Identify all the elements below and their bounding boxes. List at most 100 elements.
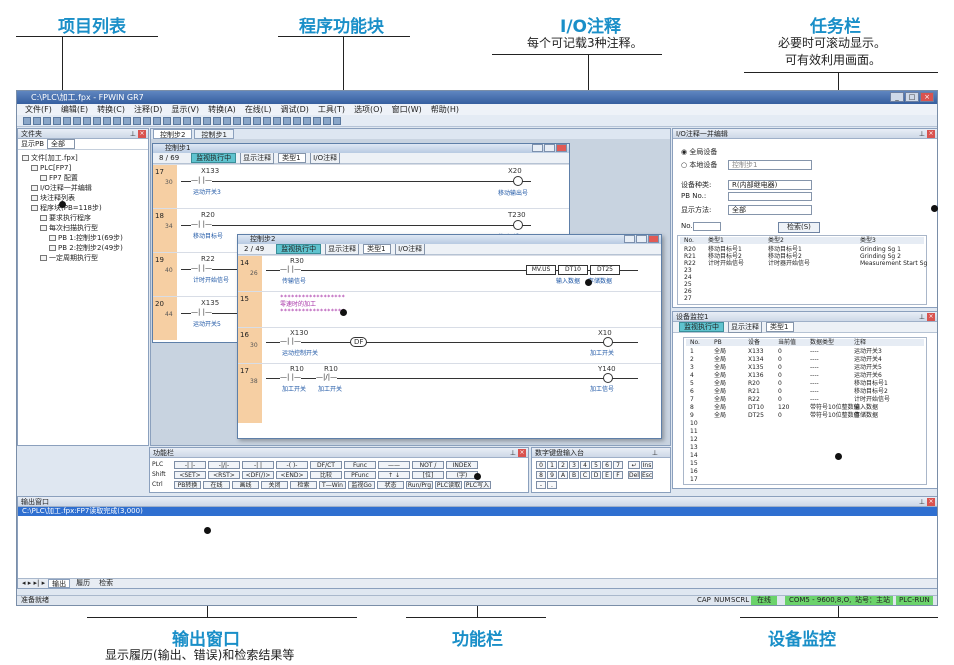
toolbar-button-icon[interactable] — [63, 117, 71, 125]
function-key[interactable]: 在线 — [203, 481, 230, 489]
table-row[interactable]: 24 — [680, 274, 924, 281]
numeric-key[interactable]: 2 — [558, 461, 568, 469]
table-row[interactable]: 1 全局 X133 0 ---- 运动开关3 — [686, 348, 924, 355]
close-icon[interactable]: × — [138, 130, 146, 138]
show-comment-button[interactable]: 显示注释 — [240, 152, 275, 164]
function-key[interactable]: <DF(/)> — [242, 471, 274, 479]
table-row[interactable]: 27 — [680, 295, 924, 302]
numeric-key[interactable]: - — [536, 481, 546, 489]
search-button[interactable]: 检索(S) — [778, 222, 820, 233]
function-key[interactable]: T—Win — [319, 481, 346, 489]
column-header[interactable]: 数据类型 — [810, 339, 834, 346]
toolbar-button-icon[interactable] — [323, 117, 331, 125]
column-header[interactable]: 设备 — [748, 339, 760, 346]
menu-item[interactable]: 文件(F) — [25, 104, 52, 115]
device-monitor-table[interactable]: No. PB 设备 当前值 数据类型 注释 1 全局 X133 0 ---- 运动开关3 2 全局 X134… — [683, 337, 927, 485]
io-comment-table[interactable]: No. 类型1 类型2 类型3 R20 移动目标号1 移动目标号1 Grinding Sg 1… — [677, 235, 927, 305]
numeric-key[interactable]: 5 — [591, 461, 601, 469]
function-key[interactable]: ↑ ↓ — [378, 471, 410, 479]
toolbar-button-icon[interactable] — [263, 117, 271, 125]
table-row[interactable]: 17 — [686, 476, 924, 483]
special-key[interactable]: Del — [628, 471, 640, 479]
function-key[interactable]: PLC读取 — [435, 481, 462, 489]
table-row[interactable]: R22 计时开始信号 计时器开始信号 Measurement Start Sg — [680, 260, 927, 267]
numeric-key[interactable]: 6 — [602, 461, 612, 469]
close-button[interactable] — [556, 144, 567, 152]
toolbar-button-icon[interactable] — [303, 117, 311, 125]
table-row[interactable]: 8 全局 DT10 120 带符号10位整数值 输入数据 — [686, 404, 924, 411]
menu-item[interactable]: 注释(D) — [134, 104, 162, 115]
output-tab-output[interactable]: 输出 — [48, 579, 71, 588]
numeric-key[interactable]: 8 — [536, 471, 546, 479]
column-header[interactable]: 当前值 — [778, 339, 796, 346]
ladder-row[interactable]: 17 38 R10 —| |— 加工开关 R10 —|/|— 加工开关 Y140 加工信号 — [238, 363, 661, 421]
no-input[interactable] — [693, 222, 721, 231]
table-row[interactable]: 10 — [686, 420, 924, 427]
numeric-key[interactable]: C — [580, 471, 590, 479]
column-header[interactable]: 类型2 — [768, 237, 784, 244]
function-key[interactable]: -|/|- — [208, 461, 240, 469]
tab-program-1[interactable]: 控制步1 — [194, 129, 234, 139]
close-icon[interactable]: × — [927, 313, 935, 321]
toolbar-button-icon[interactable] — [253, 117, 261, 125]
numeric-key[interactable]: . — [547, 481, 557, 489]
function-key[interactable]: <END> — [276, 471, 308, 479]
tree-item[interactable]: PLC[FP7] — [31, 164, 71, 173]
close-icon[interactable]: × — [927, 130, 935, 138]
special-key[interactable]: Ins — [641, 461, 653, 469]
contact-device[interactable]: X130 — [290, 329, 308, 337]
toolbar-button-icon[interactable] — [93, 117, 101, 125]
output-device[interactable]: X10 — [598, 329, 612, 337]
ladder-row[interactable]: 14 26 R30 —| |— 传输信号 MV.US DT10 DT25 输入数据 存储数据 — [238, 255, 661, 291]
special-key[interactable]: Esc — [641, 471, 653, 479]
toolbar-button-icon[interactable] — [313, 117, 321, 125]
output-line[interactable]: C:\PLC\加工.fpx:FP7读取完成(3,000) — [18, 507, 937, 516]
table-row[interactable]: 23 — [680, 267, 924, 274]
numeric-key[interactable]: 4 — [580, 461, 590, 469]
toolbar-button-icon[interactable] — [23, 117, 31, 125]
function-key[interactable]: <RST> — [208, 471, 240, 479]
show-comment-button[interactable]: 显示注释 — [728, 321, 762, 333]
output-tab-history[interactable]: 履历 — [73, 579, 93, 588]
table-row[interactable]: 3 全局 X135 0 ---- 运动开关5 — [686, 364, 924, 371]
comment-type-select[interactable]: 类型1 — [363, 244, 392, 254]
numeric-key[interactable]: 3 — [569, 461, 579, 469]
contact-device[interactable]: R20 — [201, 211, 215, 219]
toolbar-button-icon[interactable] — [143, 117, 151, 125]
menu-item[interactable]: 转换(C) — [97, 104, 125, 115]
toolbar-button-icon[interactable] — [123, 117, 131, 125]
monitor-button[interactable]: 监视执行中 — [191, 153, 237, 163]
toolbar-button-icon[interactable] — [163, 117, 171, 125]
nav-arrows[interactable]: ◂ ▸ ▸| ▸ — [22, 579, 45, 588]
tree-item[interactable]: 每次扫描执行型 — [40, 224, 98, 233]
column-header[interactable]: No. — [684, 237, 694, 244]
function-key[interactable]: —— — [378, 461, 410, 469]
menu-item[interactable]: 编辑(E) — [61, 104, 88, 115]
function-key[interactable]: -( )- — [276, 461, 308, 469]
contact-device-2[interactable]: R10 — [324, 365, 338, 373]
toolbar-button-icon[interactable] — [193, 117, 201, 125]
toolbar-button-icon[interactable] — [173, 117, 181, 125]
tree-item[interactable]: I/O注释一并编辑 — [31, 184, 92, 193]
table-row[interactable]: 16 — [686, 468, 924, 475]
comment-block[interactable]: ****************** 零速时的加工 **************… — [280, 294, 345, 315]
numeric-key[interactable]: 7 — [613, 461, 623, 469]
close-icon[interactable]: × — [927, 498, 935, 506]
toolbar-button-icon[interactable] — [283, 117, 291, 125]
show-comment-button[interactable]: 显示注释 — [325, 243, 360, 255]
pin-icon[interactable]: ⊥ — [130, 129, 136, 139]
function-key[interactable]: Run/Prg — [406, 481, 433, 489]
numeric-key[interactable]: 0 — [536, 461, 546, 469]
toolbar-button-icon[interactable] — [273, 117, 281, 125]
numeric-key[interactable]: E — [602, 471, 612, 479]
local-pb-select[interactable]: 控制步1 — [728, 160, 812, 170]
toolbar-button-icon[interactable] — [113, 117, 121, 125]
minimize-button[interactable]: _ — [890, 92, 904, 102]
toolbar-button-icon[interactable] — [133, 117, 141, 125]
toolbar-button-icon[interactable] — [333, 117, 341, 125]
function-key[interactable]: 检索 — [290, 481, 317, 489]
table-row[interactable]: 5 全局 R20 0 ---- 移动目标号1 — [686, 380, 924, 387]
tree-item[interactable]: 文件[加工.fpx] — [22, 154, 78, 163]
close-button[interactable] — [648, 235, 659, 243]
pin-icon[interactable]: ⊥ — [919, 312, 925, 322]
